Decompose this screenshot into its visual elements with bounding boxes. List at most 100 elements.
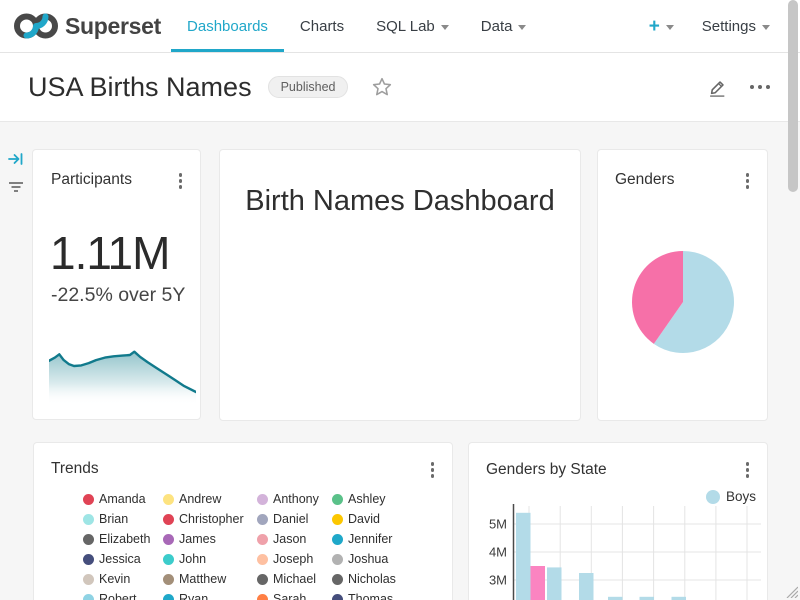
published-badge[interactable]: Published: [268, 76, 349, 98]
legend-item[interactable]: Joshua: [332, 549, 444, 569]
legend-dot: [163, 494, 174, 505]
infinity-logo-icon: [14, 11, 58, 41]
legend-dot: [163, 574, 174, 585]
brand-name: Superset: [65, 13, 161, 40]
legend-label: Anthony: [273, 492, 319, 506]
legend-label: John: [179, 552, 206, 566]
nav-item-charts[interactable]: Charts: [284, 0, 360, 52]
chart-kebab-menu-icon[interactable]: [177, 171, 185, 191]
edit-dashboard-icon[interactable]: [707, 77, 728, 98]
legend-item[interactable]: Jessica: [83, 549, 163, 569]
favorite-star-icon[interactable]: [372, 77, 392, 97]
chart-kebab-menu-icon[interactable]: [744, 171, 752, 191]
resize-handle-icon[interactable]: [784, 584, 798, 598]
chevron-down-icon: [762, 25, 770, 30]
legend-dot: [83, 514, 94, 525]
card-participants: Participants 1.11M -22.5% over 5Y: [32, 149, 201, 420]
legend-dot: [83, 494, 94, 505]
plus-icon: +: [649, 17, 660, 36]
legend-label: Ryan: [179, 592, 208, 600]
legend-item[interactable]: Christopher: [163, 509, 257, 529]
legend-label: Brian: [99, 512, 128, 526]
nav-item-label: Dashboards: [187, 18, 268, 35]
chart-kebab-menu-icon[interactable]: [429, 460, 437, 480]
legend-dot: [332, 514, 343, 525]
dashboard-header: USA Births Names Published: [0, 53, 800, 122]
legend-dot: [83, 594, 94, 600]
legend-item[interactable]: Ashley: [332, 489, 444, 509]
legend-item[interactable]: Robert: [83, 589, 163, 600]
bar[interactable]: [516, 513, 531, 600]
legend-label: Amanda: [99, 492, 146, 506]
legend-dot: [163, 514, 174, 525]
settings-label: Settings: [702, 18, 756, 35]
legend-dot: [257, 574, 268, 585]
nav-item-data[interactable]: Data: [465, 0, 543, 52]
top-navbar: Superset Dashboards Charts SQL Lab Data …: [0, 0, 800, 53]
legend-item[interactable]: Anthony: [257, 489, 332, 509]
legend-label: Elizabeth: [99, 532, 150, 546]
card-genders: Genders: [597, 149, 768, 421]
legend-item[interactable]: Kevin: [83, 569, 163, 589]
scrollbar-thumb[interactable]: [788, 0, 798, 192]
card-genders-by-state: Genders by State Boys 5M4M3M: [468, 442, 768, 600]
bar[interactable]: [531, 566, 546, 600]
legend-dot: [257, 494, 268, 505]
filter-icon[interactable]: [7, 178, 25, 201]
legend-item[interactable]: Brian: [83, 509, 163, 529]
legend-item[interactable]: Elizabeth: [83, 529, 163, 549]
chevron-down-icon: [518, 25, 526, 30]
bar[interactable]: [579, 573, 594, 600]
genders-pie[interactable]: [628, 247, 738, 357]
legend-item[interactable]: Nicholas: [332, 569, 444, 589]
expand-filter-bar-icon[interactable]: [7, 150, 25, 173]
legend-item[interactable]: David: [332, 509, 444, 529]
markdown-heading: Birth Names Dashboard: [220, 185, 580, 218]
legend-label: Ashley: [348, 492, 386, 506]
legend-item[interactable]: Jennifer: [332, 529, 444, 549]
legend-item[interactable]: Joseph: [257, 549, 332, 569]
legend-label: Nicholas: [348, 572, 396, 586]
legend-item[interactable]: Thomas: [332, 589, 444, 600]
y-axis-tick: 5M: [489, 517, 507, 532]
legend-item[interactable]: Matthew: [163, 569, 257, 589]
nav-item-dashboards[interactable]: Dashboards: [171, 0, 284, 52]
legend-label: Daniel: [273, 512, 308, 526]
legend-dot: [332, 534, 343, 545]
legend-item[interactable]: Jason: [257, 529, 332, 549]
card-trends: Trends AmandaAndrewAnthonyAshleyBrianChr…: [33, 442, 453, 600]
bar[interactable]: [547, 567, 562, 600]
legend-dot: [83, 574, 94, 585]
legend-item[interactable]: Amanda: [83, 489, 163, 509]
legend-label: Jennifer: [348, 532, 392, 546]
legend-item[interactable]: Daniel: [257, 509, 332, 529]
legend-label: Andrew: [179, 492, 221, 506]
legend-item[interactable]: James: [163, 529, 257, 549]
legend-label: Sarah: [273, 592, 306, 600]
legend-label: David: [348, 512, 380, 526]
legend-item[interactable]: Michael: [257, 569, 332, 589]
legend-item[interactable]: John: [163, 549, 257, 569]
legend-item[interactable]: Sarah: [257, 589, 332, 600]
legend-dot: [257, 554, 268, 565]
y-axis-tick: 3M: [489, 573, 507, 588]
new-dropdown-button[interactable]: +: [649, 17, 674, 36]
legend-item[interactable]: Andrew: [163, 489, 257, 509]
legend-label: James: [179, 532, 216, 546]
legend-dot: [332, 494, 343, 505]
nav-item-sql-lab[interactable]: SQL Lab: [360, 0, 465, 52]
legend-label: Michael: [273, 572, 316, 586]
state-bars-svg[interactable]: 5M 4M 3M: [469, 443, 768, 600]
legend-item[interactable]: Ryan: [163, 589, 257, 600]
nav-right: + Settings: [649, 0, 800, 52]
y-axis-tick: 4M: [489, 545, 507, 560]
settings-menu[interactable]: Settings: [702, 18, 770, 35]
chart-title: Participants: [51, 171, 132, 189]
dashboard-grid: Participants 1.11M -22.5% over 5Y Birth …: [0, 123, 800, 600]
legend-label: Jason: [273, 532, 306, 546]
legend-dot: [163, 534, 174, 545]
legend-label: Joseph: [273, 552, 313, 566]
more-options-icon[interactable]: [748, 81, 772, 93]
superset-logo[interactable]: Superset: [14, 0, 161, 52]
sparkline-chart: [49, 340, 196, 405]
